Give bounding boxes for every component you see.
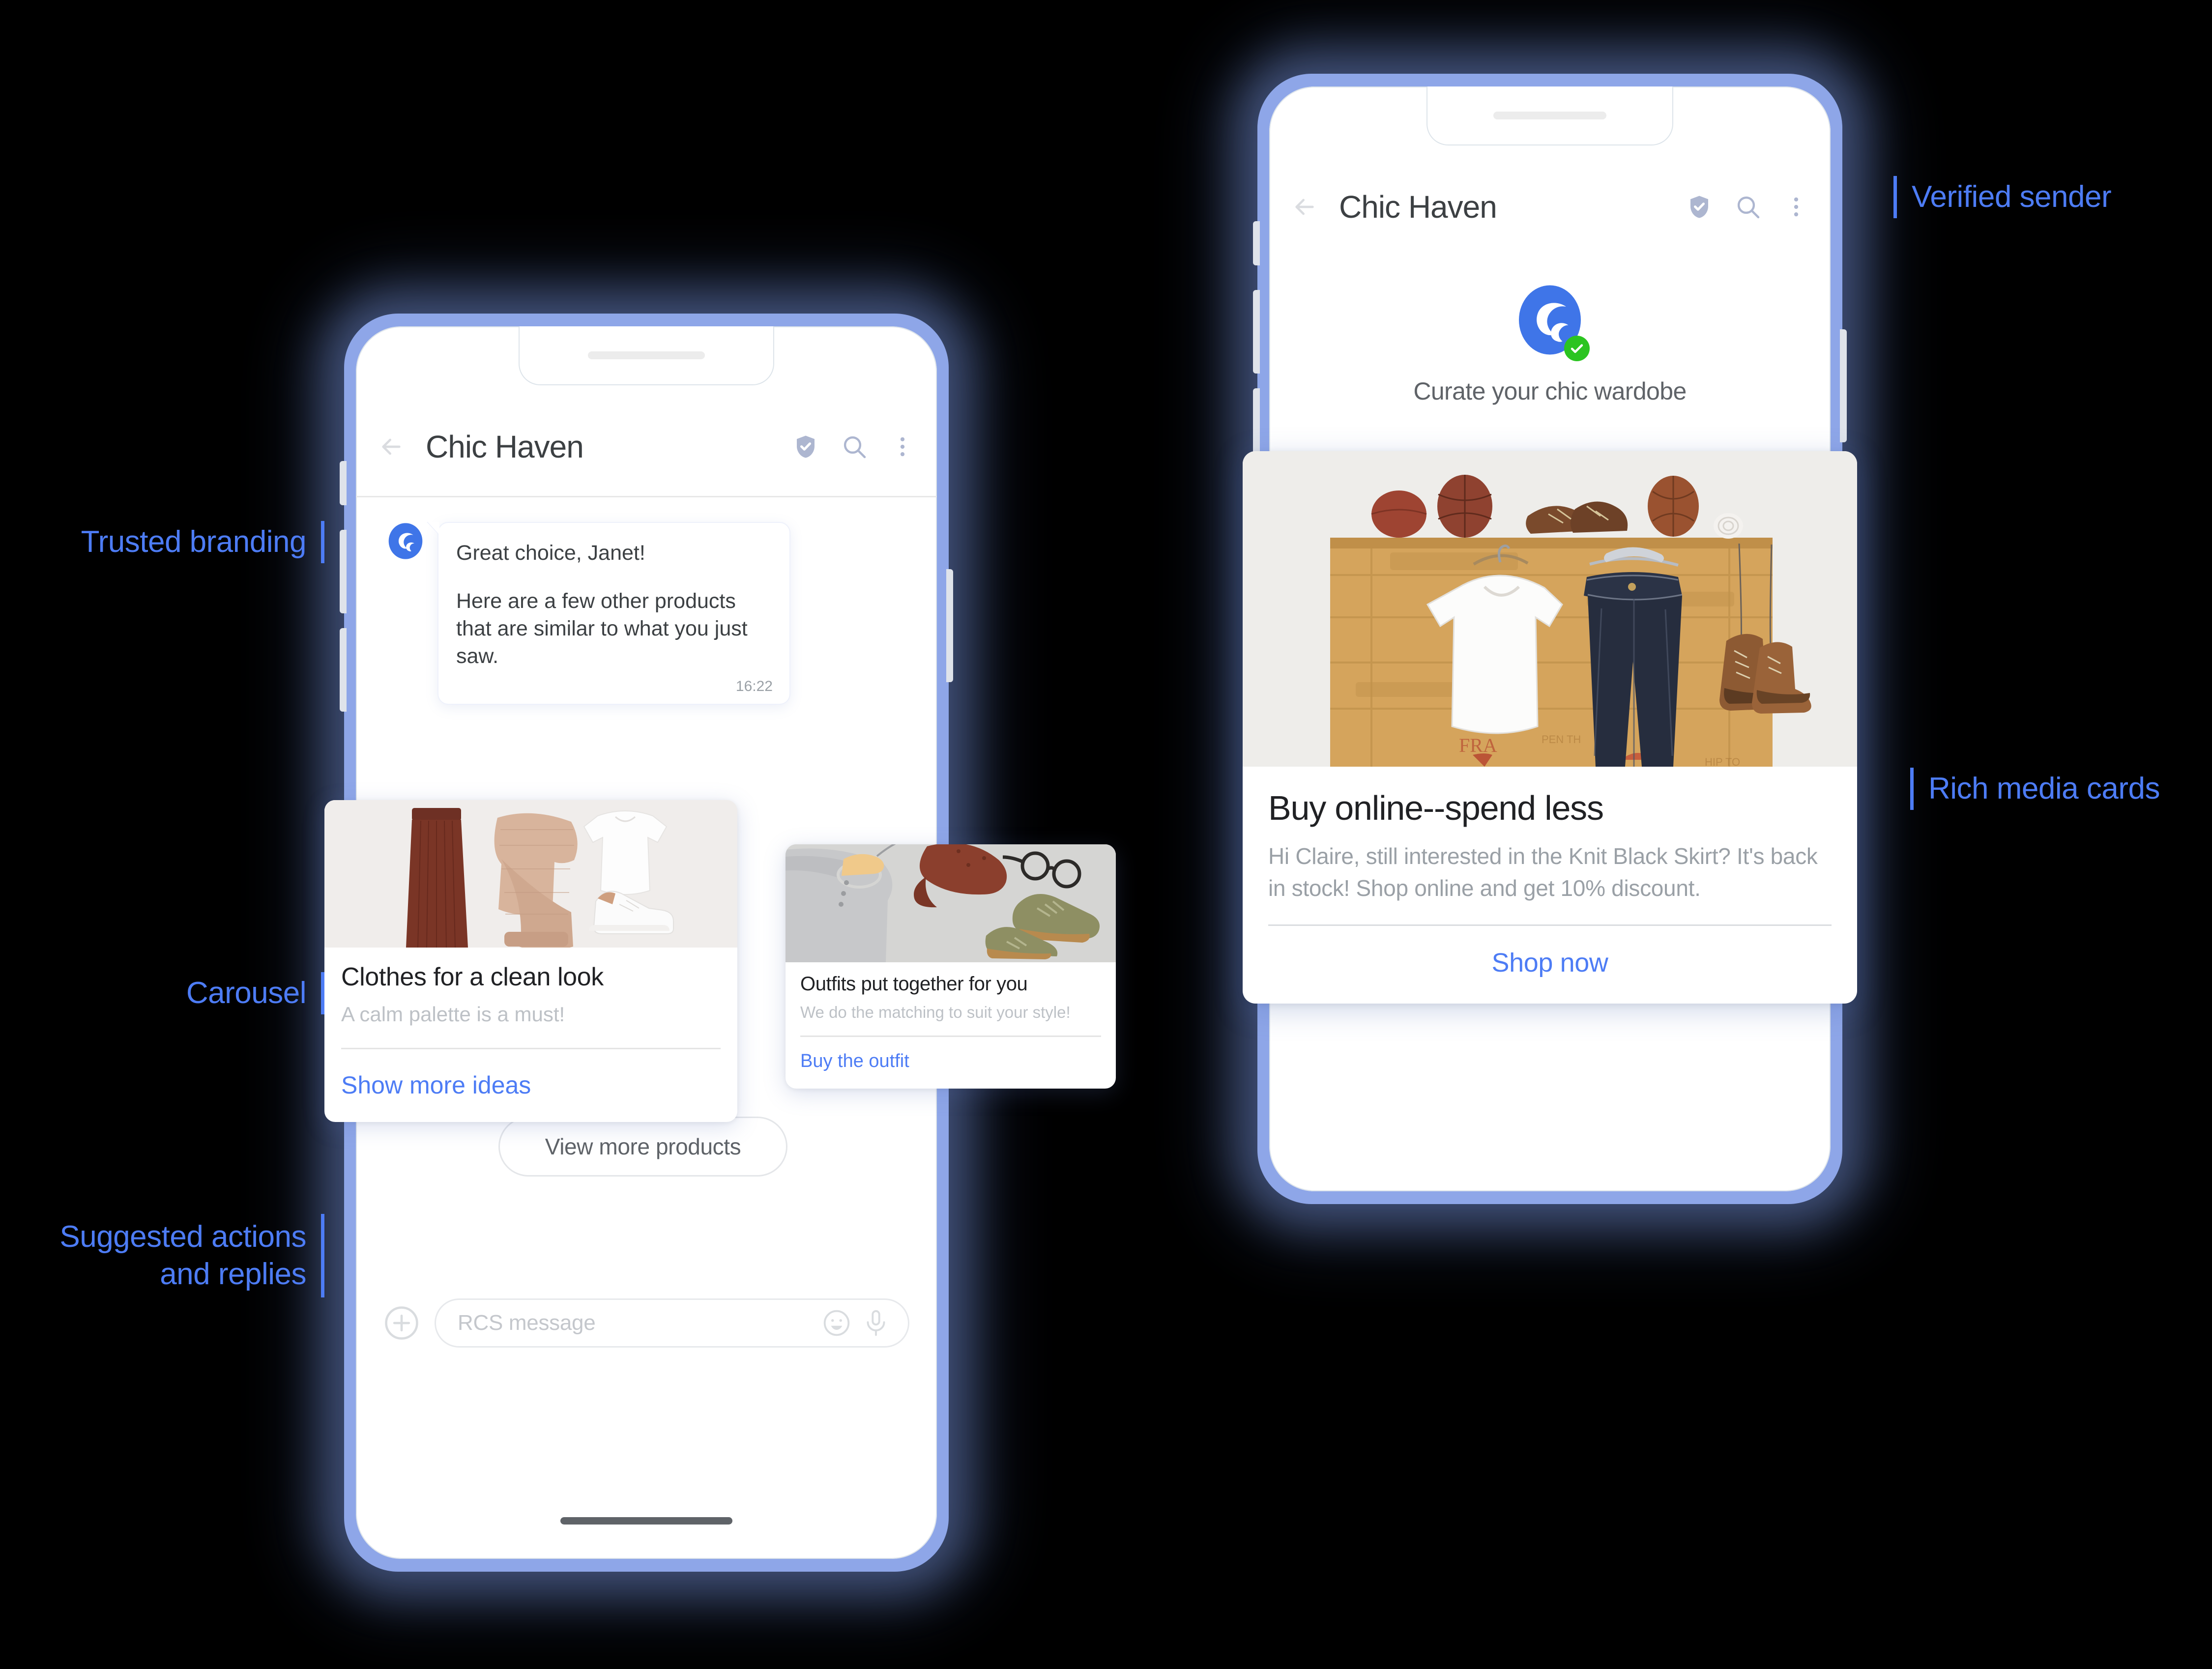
- annotation-rich-media-cards-label: Rich media cards: [1928, 772, 2160, 806]
- rich-media-card-image: PEN TH HIP TO FRA: [1243, 451, 1857, 767]
- rcs-message-placeholder: RCS message: [458, 1311, 596, 1335]
- back-arrow-icon[interactable]: [1291, 193, 1318, 221]
- home-indicator: [560, 1517, 732, 1525]
- earpiece-speaker: [1493, 112, 1606, 119]
- emoji-smiley-icon[interactable]: [821, 1308, 852, 1338]
- phone-left-volume-up-button[interactable]: [340, 530, 347, 613]
- message-row: Great choice, Janet! Here are a few othe…: [386, 522, 790, 705]
- annotation-suggested-actions-label: Suggested actions and replies: [59, 1220, 306, 1291]
- svg-text:FRA: FRA: [1459, 734, 1497, 756]
- plus-circle-icon[interactable]: [383, 1305, 420, 1341]
- rich-media-card-action[interactable]: Shop now: [1243, 926, 1857, 1004]
- back-arrow-icon[interactable]: [378, 433, 405, 460]
- promo-canvas: Chic Haven Great choice, Janet! Here are…: [0, 0, 2212, 1669]
- annotation-rich-media-cards: Rich media cards: [1910, 768, 2160, 810]
- microphone-icon[interactable]: [861, 1308, 891, 1338]
- page-title: Chic Haven: [426, 429, 584, 464]
- phone-left-mute-button[interactable]: [340, 461, 347, 505]
- brand-tagline: Curate your chic wardobe: [1413, 377, 1687, 405]
- rich-media-card[interactable]: PEN TH HIP TO FRA Buy online--spend less…: [1243, 451, 1857, 1004]
- annotation-carousel-bar: [321, 972, 324, 1014]
- phone-left-volume-down-button[interactable]: [340, 628, 347, 712]
- carousel-card-1-subtitle: A calm palette is a must!: [341, 1003, 565, 1026]
- message-composer: RCS message: [383, 1298, 909, 1348]
- chat-header-right: Chic Haven: [1269, 180, 1831, 234]
- phone-right-notch: [1269, 86, 1831, 145]
- phone-right-volume-up-button[interactable]: [1253, 290, 1260, 374]
- phone-right-power-button[interactable]: [1840, 329, 1847, 442]
- annotation-suggested-actions-bar: [321, 1214, 324, 1297]
- carousel-card-2-subtitle: We do the matching to suit your style!: [800, 1003, 1071, 1021]
- header-divider: [356, 496, 937, 497]
- svg-text:HIP TO: HIP TO: [1705, 756, 1740, 767]
- brand-avatar-logo-icon: [386, 522, 425, 560]
- phone-right-mute-button[interactable]: [1253, 221, 1260, 265]
- annotation-rich-media-cards-bar: [1910, 768, 1914, 810]
- annotation-trusted-branding: Trusted branding: [0, 521, 324, 563]
- more-vertical-icon[interactable]: [1783, 194, 1809, 220]
- annotation-verified-sender: Verified sender: [1893, 176, 2112, 218]
- phone-left-power-button[interactable]: [946, 569, 953, 682]
- more-vertical-icon[interactable]: [890, 434, 915, 460]
- suggested-reply-chip[interactable]: View more products: [498, 1117, 787, 1177]
- shield-check-icon[interactable]: [1686, 194, 1713, 220]
- earpiece-speaker: [588, 351, 705, 359]
- message-line-1: Great choice, Janet!: [456, 541, 645, 565]
- svg-text:PEN TH: PEN TH: [1542, 733, 1581, 746]
- rich-media-card-title: Buy online--spend less: [1268, 789, 1604, 827]
- page-title: Chic Haven: [1339, 189, 1497, 225]
- message-timestamp: 16:22: [735, 678, 773, 694]
- carousel-card-1-action[interactable]: Show more ideas: [341, 1049, 721, 1122]
- search-icon[interactable]: [1734, 193, 1762, 221]
- carousel-card-2-image: [786, 844, 1116, 962]
- annotation-suggested-actions: Suggested actions and replies: [0, 1214, 324, 1297]
- brand-welcome-block: Curate your chic wardobe: [1269, 283, 1831, 405]
- rcs-message-input[interactable]: RCS message: [435, 1298, 909, 1348]
- annotation-verified-sender-label: Verified sender: [1912, 180, 2112, 214]
- carousel-card-1-image: [324, 800, 737, 948]
- carousel-card-1-title: Clothes for a clean look: [341, 963, 604, 991]
- annotation-carousel: Carousel: [0, 972, 324, 1014]
- search-icon[interactable]: [841, 433, 868, 460]
- carousel-card-1[interactable]: Clothes for a clean look A calm palette …: [324, 800, 737, 1122]
- chat-header-left: Chic Haven: [356, 420, 937, 474]
- annotation-verified-sender-bar: [1893, 176, 1897, 218]
- carousel-card-2-title: Outfits put together for you: [800, 973, 1028, 995]
- shield-check-icon[interactable]: [792, 433, 819, 460]
- incoming-message-bubble: Great choice, Janet! Here are a few othe…: [437, 522, 790, 705]
- rich-media-card-body: Hi Claire, still interested in the Knit …: [1268, 843, 1818, 901]
- annotation-trusted-branding-label: Trusted branding: [81, 525, 307, 559]
- phone-left-notch: [356, 326, 937, 385]
- message-line-2: Here are a few other products that are s…: [456, 589, 748, 668]
- carousel-card-2[interactable]: Outfits put together for you We do the m…: [786, 844, 1116, 1089]
- annotation-carousel-label: Carousel: [186, 976, 307, 1010]
- annotation-trusted-branding-bar: [321, 521, 324, 563]
- carousel-card-2-action[interactable]: Buy the outfit: [800, 1037, 1101, 1089]
- green-check-badge-icon: [1564, 336, 1590, 361]
